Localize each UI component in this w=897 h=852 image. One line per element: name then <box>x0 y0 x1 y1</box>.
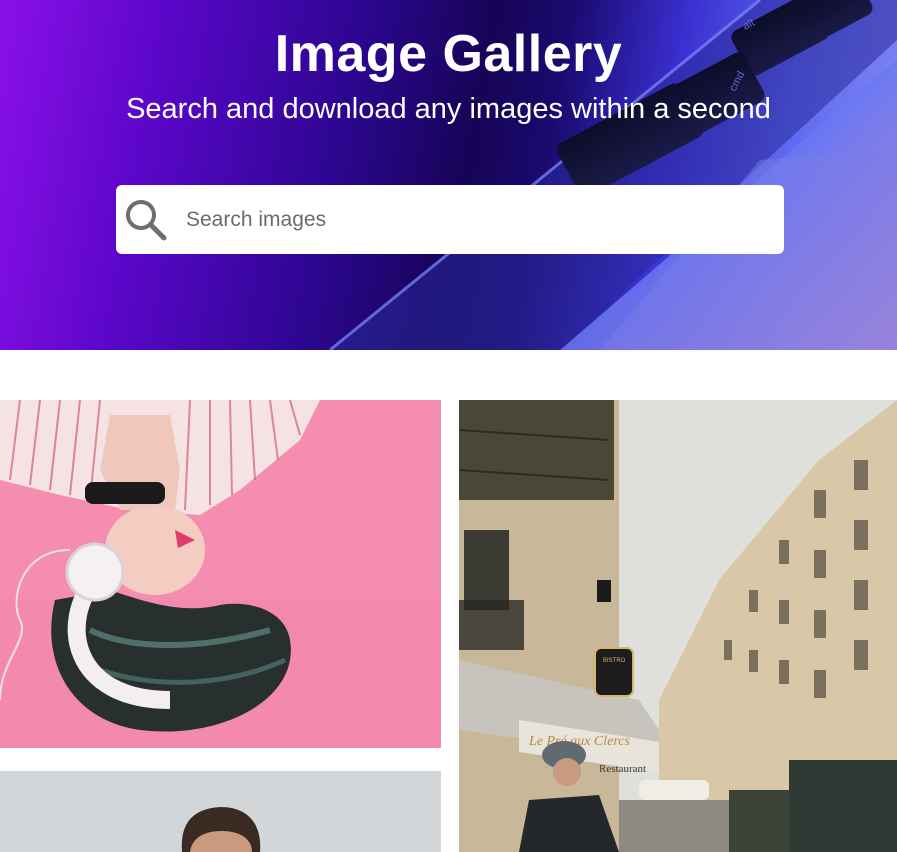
search-bar[interactable] <box>116 185 784 254</box>
portrait-photo <box>0 771 441 852</box>
gallery-image-headphones[interactable] <box>0 400 441 748</box>
search-icon[interactable] <box>122 196 170 244</box>
search-input[interactable] <box>186 199 746 240</box>
page-title: Image Gallery <box>274 25 623 83</box>
bistro-sign-text: BISTRO <box>603 658 626 664</box>
awning-restaurant-text: Restaurant <box>599 763 646 775</box>
paris-street-photo: Le Pré aux Clercs Restaurant BISTRO <box>459 400 897 852</box>
hero-banner: alt cmd Image Gallery Search and downloa… <box>0 0 897 350</box>
gallery-image-portrait[interactable] <box>0 771 441 852</box>
page-subtitle: Search and download any images within a … <box>126 93 771 125</box>
gallery-image-paris-street[interactable]: Le Pré aux Clercs Restaurant BISTRO <box>459 400 897 852</box>
image-gallery: Le Pré aux Clercs Restaurant BISTRO <box>0 400 897 852</box>
headphones-photo <box>0 400 441 748</box>
